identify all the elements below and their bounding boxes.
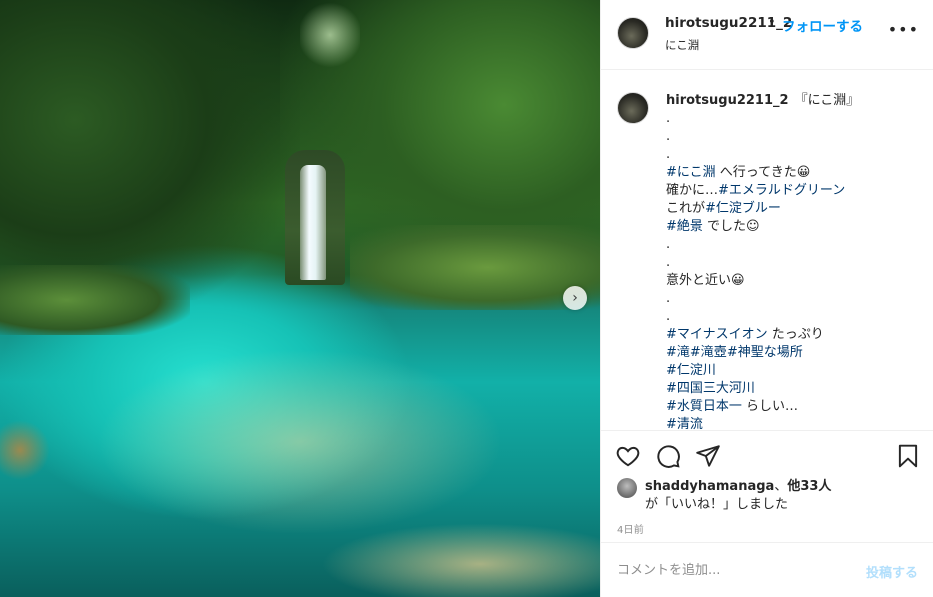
caption-line: . <box>666 110 921 128</box>
sandy-bottom <box>300 510 600 597</box>
caption-avatar[interactable] <box>617 92 649 124</box>
hashtag-link[interactable]: #滝壺 <box>690 345 727 360</box>
caption-line: hirotsugu2211_2 『にこ淵』 <box>666 92 921 110</box>
caption-fragment: これが <box>666 201 706 216</box>
waterfall <box>300 165 326 280</box>
caption-line: #滝#滝壺#神聖な場所 <box>666 344 921 362</box>
caption-line: . <box>666 254 921 272</box>
comment-form: 投稿する <box>601 542 933 597</box>
paper-plane-icon[interactable] <box>695 443 721 469</box>
caption-line: #マイナスイオン たっぷり <box>666 326 921 344</box>
caption-line: . <box>666 128 921 146</box>
caption-fragment: . <box>666 237 671 252</box>
shore-rock <box>0 420 50 480</box>
caption-line: . <box>666 236 921 254</box>
bookmark-icon[interactable] <box>895 443 921 469</box>
post-timestamp[interactable]: 4日前 <box>617 521 644 536</box>
heart-icon[interactable] <box>615 443 641 469</box>
hashtag-link[interactable]: #絶景 <box>666 219 703 234</box>
caption-line: 確かに…#エメラルドグリーン <box>666 182 921 200</box>
caption-fragment: でした☺ <box>702 219 760 234</box>
caption-line: . <box>666 308 921 326</box>
caption-fragment: . <box>666 255 671 270</box>
caption-line: . <box>666 146 921 164</box>
hashtag-link[interactable]: #エメラルドグリーン <box>718 183 845 198</box>
post-side-panel: hirotsugu2211_2 • フォローする にこ淵 ••• hirotsu… <box>600 0 933 597</box>
caption-line: 意外と近い😀 <box>666 272 921 290</box>
caption-fragment: . <box>666 111 671 126</box>
post-actions: shaddyhamanaga、他33人 が「いいね！」しました 4日前 <box>601 430 933 542</box>
caption-fragment: . <box>666 309 671 324</box>
hashtag-link[interactable]: #仁淀川 <box>666 363 716 378</box>
mossy-rocks-left <box>0 265 190 335</box>
comment-input[interactable] <box>617 559 847 581</box>
caption-fragment: . <box>666 129 671 144</box>
caption-line: これが#仁淀ブルー <box>666 200 921 218</box>
more-options-icon[interactable]: ••• <box>888 20 919 39</box>
caption-username[interactable]: hirotsugu2211_2 <box>666 93 789 108</box>
caption-line: #四国三大河川 <box>666 380 921 398</box>
likes-connector: 、 <box>774 479 788 494</box>
post-comment-button[interactable]: 投稿する <box>866 562 918 581</box>
caption-line: #仁淀川 <box>666 362 921 380</box>
hashtag-link[interactable]: #滝 <box>666 345 690 360</box>
comment-icon[interactable] <box>655 443 681 469</box>
separator-dot: • <box>768 15 776 30</box>
hashtag-link[interactable]: #マイナスイオン <box>666 327 768 342</box>
caption-fragment: . <box>666 291 671 306</box>
caption-line: #清流 <box>666 416 921 430</box>
caption-fragment: 確かに… <box>666 183 719 198</box>
forest-left <box>0 0 300 300</box>
liker-username[interactable]: shaddyhamanaga <box>645 479 774 494</box>
caption-fragment: . <box>666 147 671 162</box>
caption-fragment: 意外と近い😀 <box>666 273 745 288</box>
caption-line: #水質日本一 らしい… <box>666 398 921 416</box>
post-header: hirotsugu2211_2 • フォローする にこ淵 ••• <box>601 0 933 70</box>
liker-avatar[interactable] <box>617 478 637 498</box>
avatar[interactable] <box>617 17 649 49</box>
caption-line: #にこ淵 へ行ってきた😀 <box>666 164 921 182</box>
next-photo-button[interactable]: › <box>563 286 587 310</box>
caption-text: hirotsugu2211_2 『にこ淵』... #にこ淵 へ行ってきた😀 確かに…#… <box>666 92 921 430</box>
caption-fragment: へ行ってきた😀 <box>715 165 811 180</box>
likes-suffix: が「いいね！」しました <box>645 497 789 512</box>
post-photo[interactable]: › <box>0 0 600 597</box>
hashtag-link[interactable]: #にこ淵 <box>666 165 716 180</box>
hashtag-link[interactable]: #仁淀ブルー <box>705 201 781 216</box>
sunlight <box>300 0 360 70</box>
hashtag-link[interactable]: #水質日本一 <box>666 399 742 414</box>
follow-button[interactable]: フォローする <box>782 15 863 35</box>
caption-fragment: たっぷり <box>767 327 824 342</box>
hashtag-link[interactable]: #神聖な場所 <box>727 345 803 360</box>
caption-line: . <box>666 290 921 308</box>
caption-line: #絶景 でした☺ <box>666 218 921 236</box>
location-link[interactable]: にこ淵 <box>665 37 699 53</box>
others-count-link[interactable]: 他33人 <box>787 479 831 494</box>
caption-fragment: らしい… <box>741 399 799 414</box>
hashtag-link[interactable]: #清流 <box>666 417 703 430</box>
caption-fragment: 『にこ淵』 <box>794 93 860 108</box>
caption-section: hirotsugu2211_2 『にこ淵』... #にこ淵 へ行ってきた😀 確かに…#… <box>601 70 933 430</box>
hashtag-link[interactable]: #四国三大河川 <box>666 381 755 396</box>
